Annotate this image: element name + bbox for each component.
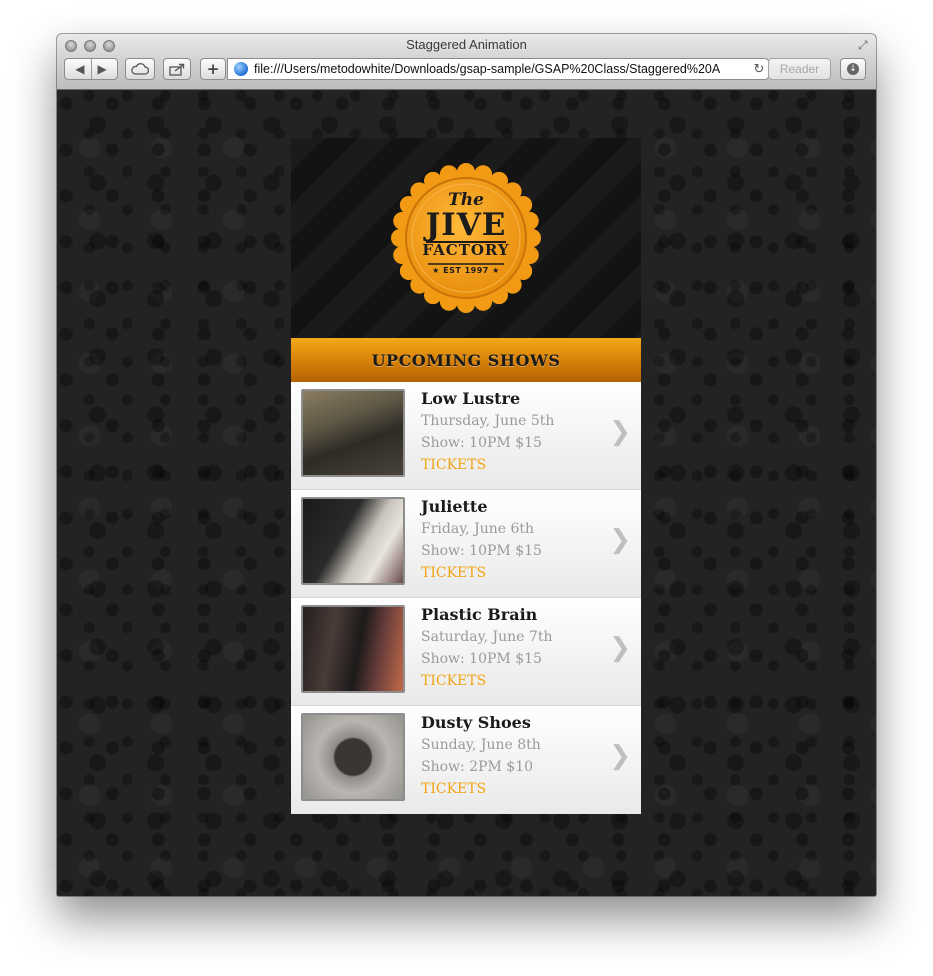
back-icon[interactable]: ◀: [75, 62, 84, 76]
titlebar: Staggered Animation ⤢ ◀ ▶ + file:///User…: [57, 34, 876, 90]
reader-button[interactable]: Reader: [768, 58, 831, 80]
chevron-right-icon[interactable]: ❯: [609, 412, 631, 452]
show-time-price: Show: 10PM $15: [421, 435, 542, 451]
shows-app: The JIVE FACTORY ★ EST 1997 ★ UPCOMING S…: [291, 138, 641, 814]
band-photo: [303, 715, 403, 799]
icloud-tabs-button[interactable]: [125, 58, 155, 80]
add-bookmark-button[interactable]: +: [200, 58, 226, 80]
show-row[interactable]: Low Lustre Thursday, June 5th Show: 10PM…: [291, 382, 641, 490]
show-info: Dusty Shoes Sunday, June 8th Show: 2PM $…: [421, 712, 601, 800]
url-text[interactable]: file:///Users/metodowhite/Downloads/gsap…: [254, 62, 750, 76]
show-date: Friday, June 6th: [421, 521, 535, 537]
share-button[interactable]: [163, 58, 191, 80]
show-time-price: Show: 10PM $15: [421, 651, 542, 667]
cloud-icon: [131, 63, 149, 75]
show-time-price: Show: 10PM $15: [421, 543, 542, 559]
logo-factory: FACTORY: [422, 241, 510, 259]
reload-icon[interactable]: ↻: [750, 62, 768, 77]
show-thumbnail: [301, 389, 405, 477]
window-title: Staggered Animation: [406, 37, 527, 52]
show-thumbnail: [301, 713, 405, 801]
tickets-link[interactable]: TICKETS: [421, 454, 601, 476]
logo-wordmark: The JIVE FACTORY ★ EST 1997 ★: [388, 160, 544, 316]
show-time-price: Show: 2PM $10: [421, 759, 534, 775]
tickets-link[interactable]: TICKETS: [421, 562, 601, 584]
logo-est: ★ EST 1997 ★: [432, 266, 500, 275]
show-date: Thursday, June 5th: [421, 413, 555, 429]
download-icon: ↓: [847, 63, 859, 75]
band-photo: [303, 499, 403, 583]
show-info: Juliette Friday, June 6th Show: 10PM $15…: [421, 496, 601, 584]
show-name: Juliette: [421, 497, 488, 516]
chevron-right-icon[interactable]: ❯: [609, 520, 631, 560]
tickets-link[interactable]: TICKETS: [421, 670, 601, 692]
show-thumbnail: [301, 497, 405, 585]
logo-jive: JIVE: [425, 207, 507, 243]
show-row[interactable]: Dusty Shoes Sunday, June 8th Show: 2PM $…: [291, 706, 641, 814]
browser-window: Staggered Animation ⤢ ◀ ▶ + file:///User…: [57, 34, 876, 896]
show-name: Dusty Shoes: [421, 713, 531, 732]
fullscreen-icon[interactable]: ⤢: [858, 39, 870, 51]
show-info: Plastic Brain Saturday, June 7th Show: 1…: [421, 604, 601, 692]
show-date: Saturday, June 7th: [421, 629, 553, 645]
show-row[interactable]: Juliette Friday, June 6th Show: 10PM $15…: [291, 490, 641, 598]
downloads-button[interactable]: ↓: [840, 58, 866, 80]
globe-icon: [234, 62, 248, 76]
forward-icon[interactable]: ▶: [98, 62, 107, 76]
show-date: Sunday, June 8th: [421, 737, 541, 753]
page-viewport: The JIVE FACTORY ★ EST 1997 ★ UPCOMING S…: [57, 90, 876, 896]
section-title: UPCOMING SHOWS: [291, 338, 641, 382]
chevron-right-icon[interactable]: ❯: [609, 736, 631, 776]
show-name: Low Lustre: [421, 389, 521, 408]
band-photo: [303, 607, 403, 691]
hero-banner: The JIVE FACTORY ★ EST 1997 ★: [291, 138, 641, 338]
show-row[interactable]: Plastic Brain Saturday, June 7th Show: 1…: [291, 598, 641, 706]
jive-factory-logo: The JIVE FACTORY ★ EST 1997 ★: [388, 160, 544, 316]
show-info: Low Lustre Thursday, June 5th Show: 10PM…: [421, 388, 601, 476]
band-photo: [303, 391, 403, 475]
tickets-link[interactable]: TICKETS: [421, 778, 601, 800]
share-icon: [169, 63, 185, 76]
chevron-right-icon[interactable]: ❯: [609, 628, 631, 668]
nav-divider: [90, 59, 92, 79]
address-bar[interactable]: file:///Users/metodowhite/Downloads/gsap…: [227, 58, 769, 80]
show-name: Plastic Brain: [421, 605, 538, 624]
show-thumbnail: [301, 605, 405, 693]
nav-buttons: ◀ ▶: [64, 58, 118, 80]
